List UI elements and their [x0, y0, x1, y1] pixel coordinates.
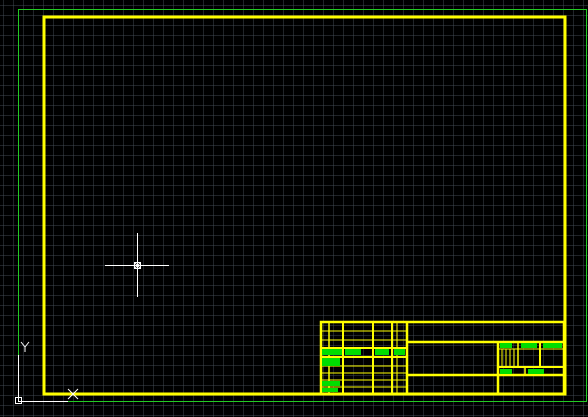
hatch-fill	[521, 343, 537, 348]
signature-table	[321, 322, 409, 394]
hatch-fill	[322, 349, 342, 355]
hatch-fill	[345, 349, 361, 355]
hatch-fill	[375, 349, 389, 355]
title-block-info	[407, 340, 564, 394]
hatch-fill	[394, 349, 405, 355]
hatch-fill	[528, 369, 544, 374]
hatch-fill	[543, 343, 562, 348]
hatch-fill	[322, 388, 338, 392]
ucs-y-axis-icon	[20, 341, 30, 352]
hatch-fill	[500, 343, 512, 348]
crosshair-cursor	[105, 233, 169, 297]
hatch-fill	[500, 369, 512, 374]
drawing-border[interactable]	[42, 15, 567, 396]
title-block[interactable]	[319, 320, 566, 396]
model-space-viewport[interactable]: Y X	[0, 0, 588, 417]
hatch-fill	[322, 381, 340, 386]
drawing-canvas[interactable]: Y X	[0, 0, 588, 417]
hatch-fill	[322, 358, 340, 366]
